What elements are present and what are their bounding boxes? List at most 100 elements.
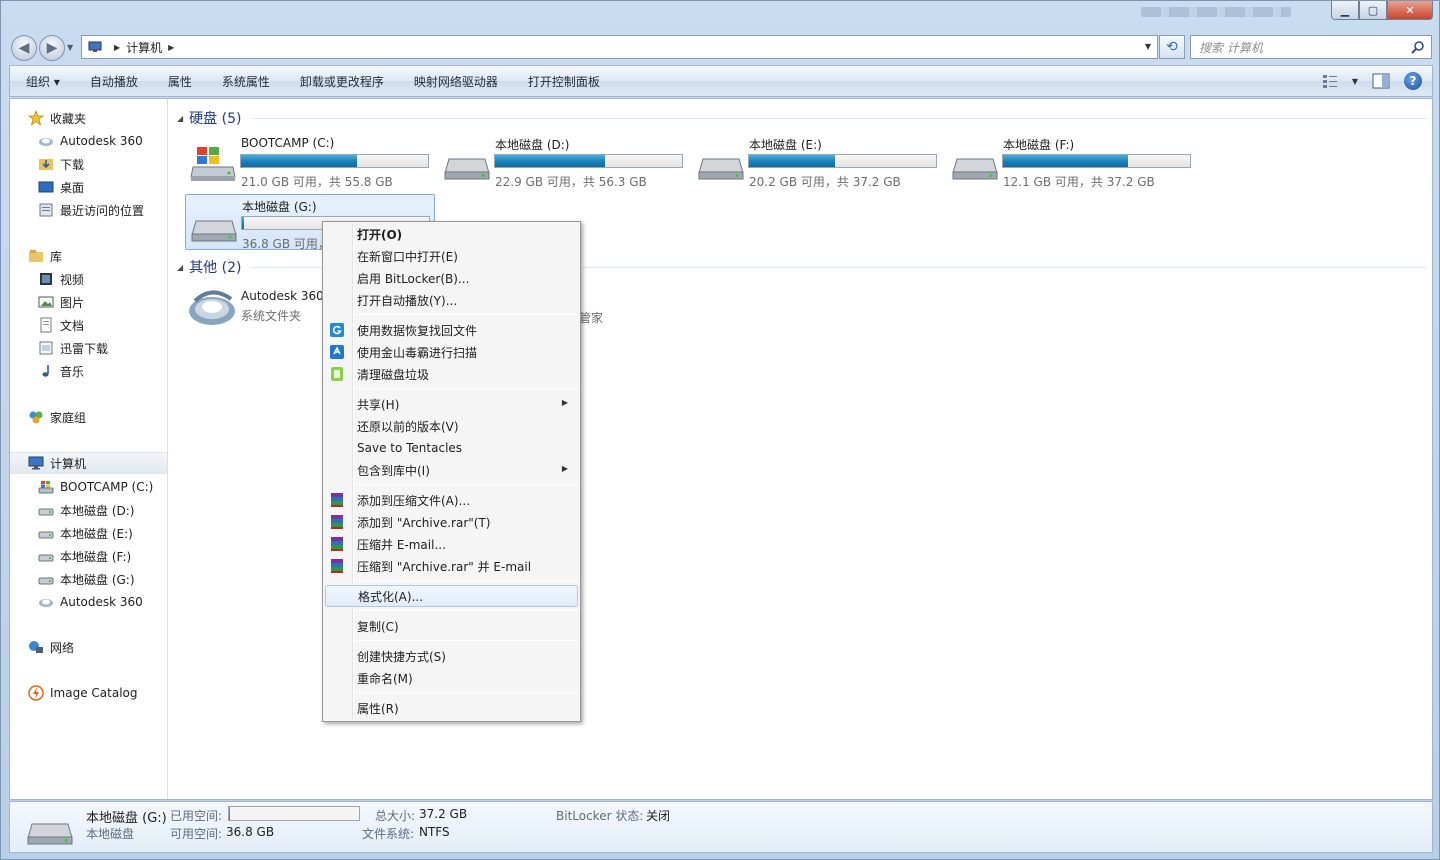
help-button[interactable]: ? <box>1404 72 1422 90</box>
xunlei-folder-icon <box>38 340 54 356</box>
minimize-button[interactable]: ▁ <box>1331 1 1359 20</box>
drive-usage-bar <box>1002 154 1191 168</box>
properties-button[interactable]: 属性 <box>153 73 207 90</box>
refresh-icon: ⟲ <box>1166 39 1178 55</box>
total-size-label: 总大小: <box>375 809 416 823</box>
menu-item-save-to-tentacles[interactable]: Save to Tentacles <box>325 437 578 459</box>
menu-item-add-to-rar[interactable]: 添加到 "Archive.rar"(T) <box>325 511 578 533</box>
drive-f[interactable]: 本地磁盘 (F:) 12.1 GB 可用，共 37.2 GB <box>947 133 1197 189</box>
back-arrow-icon: ◀ <box>18 40 30 56</box>
address-dropdown[interactable]: ▼ <box>1145 42 1151 51</box>
menu-item-compress-rar-email[interactable]: 压缩到 "Archive.rar" 并 E-mail <box>325 555 578 577</box>
content-pane: 收藏夹 Autodesk 360 下载 桌面 最近访问的位置 库 视频 图片 文… <box>9 98 1433 800</box>
menu-item-include-in-library[interactable]: 包含到库中(I) ▶ <box>325 459 578 481</box>
window-controls: ▁ ▢ ✕ <box>1331 1 1433 20</box>
sidebar-item-label: 迅雷下载 <box>60 341 109 356</box>
menu-item-label: 压缩并 E-mail... <box>357 537 446 552</box>
menu-item-properties[interactable]: 属性(R) <box>325 697 578 719</box>
autoplay-button[interactable]: 自动播放 <box>75 73 153 90</box>
menu-item-bitlocker[interactable]: 启用 BitLocker(B)... <box>325 267 578 289</box>
sidebar-item-downloads[interactable]: 下载 <box>10 153 167 175</box>
menu-item-compress-email[interactable]: 压缩并 E-mail... <box>325 533 578 555</box>
sidebar-item-videos[interactable]: 视频 <box>10 268 167 290</box>
breadcrumb-separator[interactable]: ▶ <box>114 43 120 52</box>
explorer-window: ▁ ▢ ✕ ◀ ▶ ▼ ▶ 计算机 ▶ ▼ ⟲ 搜索 计算机 组织 ▾ 自动播放… <box>0 0 1440 860</box>
drive-c[interactable]: BOOTCAMP (C:) 21.0 GB 可用，共 55.8 GB <box>185 133 435 189</box>
sidebar-item-network[interactable]: 网络 <box>10 636 167 658</box>
menu-item-clean-junk[interactable]: 清理磁盘垃圾 <box>325 363 578 385</box>
open-control-panel-button[interactable]: 打开控制面板 <box>513 73 615 90</box>
navigation-pane: 收藏夹 Autodesk 360 下载 桌面 最近访问的位置 库 视频 图片 文… <box>10 99 168 799</box>
sidebar-item-pictures[interactable]: 图片 <box>10 291 167 313</box>
sidebar-item-label: 视频 <box>60 272 85 287</box>
group-title: 硬盘 (5) <box>189 111 242 127</box>
sidebar-item-image-catalog[interactable]: Image Catalog <box>10 682 167 704</box>
sidebar-item-recent[interactable]: 最近访问的位置 <box>10 199 167 221</box>
menu-item-format[interactable]: 格式化(A)... <box>325 585 578 607</box>
uninstall-program-button[interactable]: 卸载或更改程序 <box>285 73 399 90</box>
address-bar[interactable]: ▶ 计算机 ▶ ▼ <box>81 35 1158 59</box>
organize-button[interactable]: 组织 ▾ <box>10 73 75 90</box>
maximize-button[interactable]: ▢ <box>1359 1 1387 20</box>
sidebar-item-music[interactable]: 音乐 <box>10 360 167 382</box>
winrar-icon <box>329 514 345 530</box>
drive-name: 本地磁盘 (F:) <box>1003 138 1075 152</box>
total-size-value: 37.2 GB <box>419 807 468 821</box>
view-dropdown[interactable]: ▼ <box>1352 77 1358 86</box>
sidebar-item-drive-c[interactable]: BOOTCAMP (C:) <box>10 476 167 498</box>
menu-item-rename[interactable]: 重命名(M) <box>325 667 578 689</box>
sidebar-item-label: 库 <box>50 249 63 264</box>
menu-item-restore-versions[interactable]: 还原以前的版本(V) <box>325 415 578 437</box>
autodesk-cloud-icon <box>189 290 235 325</box>
menu-item-share[interactable]: 共享(H) ▶ <box>325 393 578 415</box>
hard-drive-icon <box>952 158 998 180</box>
menu-item-autoplay[interactable]: 打开自动播放(Y)... <box>325 289 578 311</box>
breadcrumb-computer[interactable]: 计算机 <box>126 39 162 56</box>
sidebar-item-desktop[interactable]: 桌面 <box>10 176 167 198</box>
forward-button[interactable]: ▶ <box>39 35 65 61</box>
map-network-drive-button[interactable]: 映射网络驱动器 <box>399 73 513 90</box>
sidebar-item-label: Autodesk 360 <box>60 595 143 609</box>
recent-pages-dropdown[interactable]: ▼ <box>67 43 73 52</box>
sidebar-item-documents[interactable]: 文档 <box>10 314 167 336</box>
view-options-icon[interactable] <box>1322 73 1338 89</box>
drive-space-info: 22.9 GB 可用，共 56.3 GB <box>495 175 647 189</box>
sidebar-item-libraries[interactable]: 库 <box>10 245 167 267</box>
refresh-button[interactable]: ⟲ <box>1159 35 1185 59</box>
bitlocker-status-label: BitLocker 状态: <box>556 809 644 823</box>
sidebar-item-computer[interactable]: 计算机 <box>10 452 167 474</box>
menu-item-kingsoft-scan[interactable]: 使用金山毒霸进行扫描 <box>325 341 578 363</box>
library-icon <box>28 248 44 264</box>
search-input[interactable]: 搜索 计算机 <box>1190 35 1432 59</box>
sidebar-item-xunlei[interactable]: 迅雷下载 <box>10 337 167 359</box>
close-icon: ✕ <box>1405 3 1415 17</box>
hard-drive-icon <box>698 158 744 180</box>
drive-e[interactable]: 本地磁盘 (E:) 20.2 GB 可用，共 37.2 GB <box>693 133 943 189</box>
menu-item-add-to-archive[interactable]: 添加到压缩文件(A)... <box>325 489 578 511</box>
menu-item-open[interactable]: 打开(O) <box>325 223 578 245</box>
menu-item-label: 格式化(A)... <box>358 589 424 604</box>
sidebar-item-autodesk360-computer[interactable]: Autodesk 360 <box>10 591 167 613</box>
sidebar-item-favorites[interactable]: 收藏夹 <box>10 107 167 129</box>
menu-item-create-shortcut[interactable]: 创建快捷方式(S) <box>325 645 578 667</box>
lightning-icon <box>28 685 44 701</box>
sidebar-item-autodesk360[interactable]: Autodesk 360 <box>10 130 167 152</box>
sidebar-item-drive-f[interactable]: 本地磁盘 (F:) <box>10 545 167 567</box>
menu-separator <box>355 388 578 389</box>
group-header-hard-disks[interactable]: ◢ 硬盘 (5) <box>177 108 1427 128</box>
menu-item-open-new-window[interactable]: 在新窗口中打开(E) <box>325 245 578 267</box>
close-button[interactable]: ✕ <box>1387 1 1433 20</box>
sidebar-item-drive-g[interactable]: 本地磁盘 (G:) <box>10 568 167 590</box>
system-properties-button[interactable]: 系统属性 <box>207 73 285 90</box>
back-button[interactable]: ◀ <box>11 35 37 61</box>
menu-item-label: 打开(O) <box>357 227 403 242</box>
menu-item-label: 还原以前的版本(V) <box>357 419 459 434</box>
menu-item-data-recovery[interactable]: 使用数据恢复找回文件 <box>325 319 578 341</box>
sidebar-item-homegroup[interactable]: 家庭组 <box>10 406 167 428</box>
sidebar-item-drive-d[interactable]: 本地磁盘 (D:) <box>10 499 167 521</box>
breadcrumb-separator-2[interactable]: ▶ <box>168 43 174 52</box>
sidebar-item-drive-e[interactable]: 本地磁盘 (E:) <box>10 522 167 544</box>
menu-item-copy[interactable]: 复制(C) <box>325 615 578 637</box>
preview-pane-icon[interactable] <box>1372 73 1390 89</box>
drive-d[interactable]: 本地磁盘 (D:) 22.9 GB 可用，共 56.3 GB <box>439 133 689 189</box>
